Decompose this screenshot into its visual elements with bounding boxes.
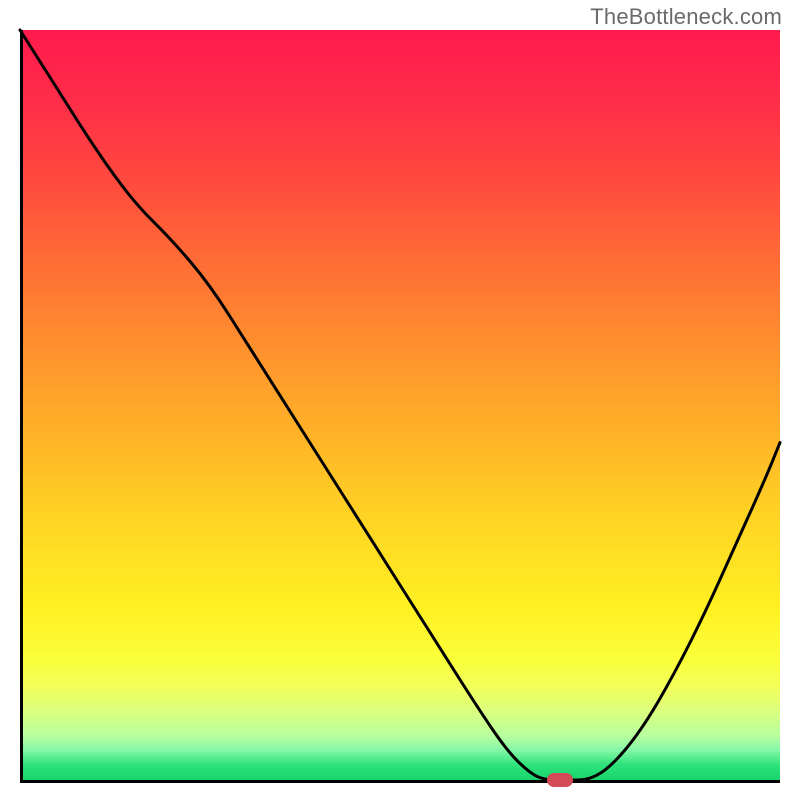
watermark-text: TheBottleneck.com [590, 4, 782, 30]
chart-frame: TheBottleneck.com [0, 0, 800, 800]
optimal-point-marker [547, 773, 573, 787]
bottleneck-curve [20, 30, 780, 780]
x-axis-line [20, 780, 780, 783]
